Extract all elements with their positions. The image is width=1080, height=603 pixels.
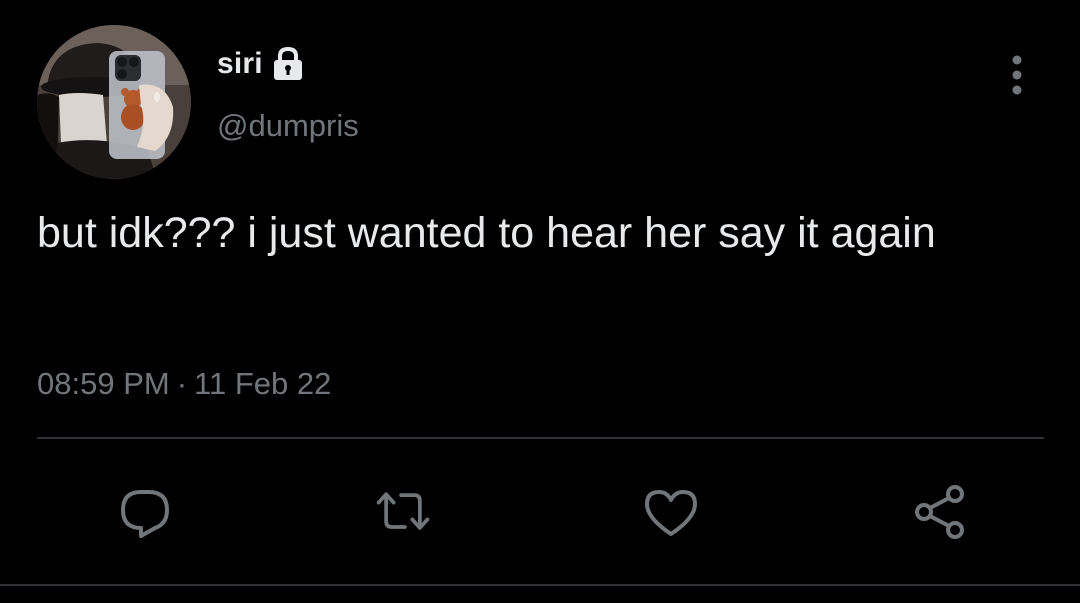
profile-photo <box>37 25 191 179</box>
more-options-button[interactable] <box>1000 52 1034 98</box>
divider <box>37 437 1044 439</box>
heart-icon <box>645 490 697 536</box>
display-name[interactable]: siri <box>217 44 263 84</box>
meta-separator: · <box>176 366 188 401</box>
tweet-meta: 08:59 PM · 11 Feb 22 <box>37 364 331 404</box>
retweet-button[interactable] <box>373 484 433 540</box>
tweet-text: but idk??? i just wanted to hear her say… <box>37 209 936 257</box>
tweet-time[interactable]: 08:59 PM <box>37 366 170 401</box>
reply-button[interactable] <box>115 484 175 540</box>
retweet-icon <box>376 492 430 530</box>
more-vertical-icon <box>1012 55 1022 95</box>
reply-icon <box>121 490 169 538</box>
tweet-date[interactable]: 11 Feb 22 <box>194 366 331 401</box>
share-icon <box>915 485 964 539</box>
user-handle[interactable]: @dumpris <box>217 106 359 146</box>
lock-icon <box>271 46 305 82</box>
user-name-row: siri <box>217 44 305 84</box>
share-button[interactable] <box>910 484 970 540</box>
like-button[interactable] <box>641 484 701 540</box>
bottom-divider <box>0 584 1080 586</box>
avatar[interactable] <box>37 25 191 179</box>
